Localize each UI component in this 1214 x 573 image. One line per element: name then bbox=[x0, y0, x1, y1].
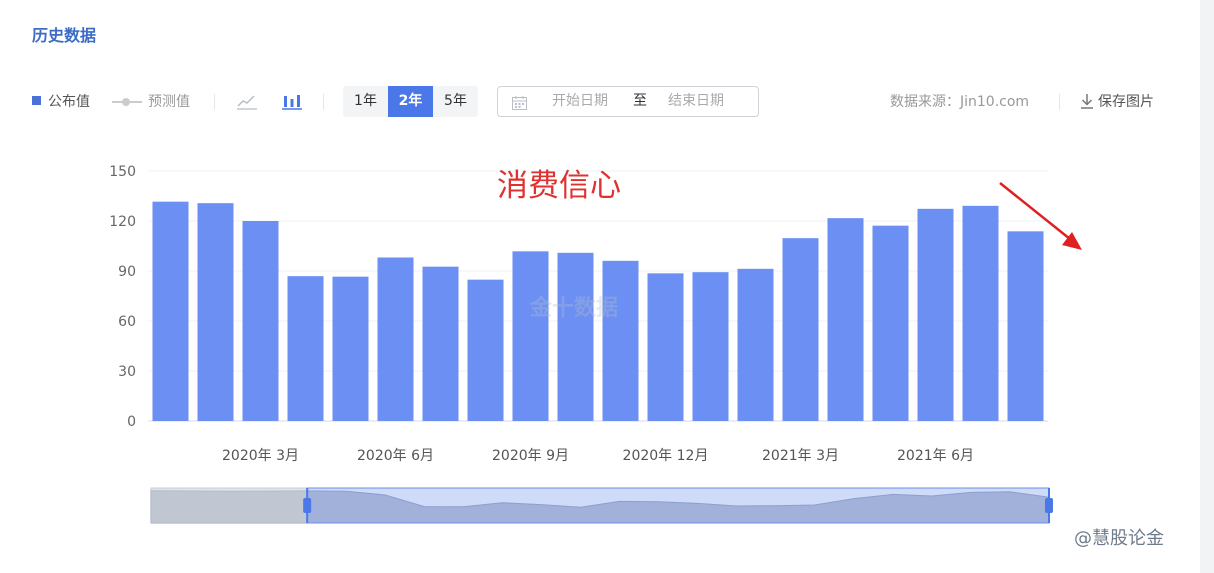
bar bbox=[512, 251, 549, 421]
range-selector: 1年 2年 5年 bbox=[343, 86, 478, 117]
red-arrow-icon bbox=[999, 182, 1082, 250]
x-tick-label: 2021年 3月 bbox=[762, 448, 839, 464]
bar bbox=[917, 208, 954, 421]
bar bbox=[737, 268, 774, 421]
legend-square-icon bbox=[32, 96, 41, 105]
range-2y-button[interactable]: 2年 bbox=[388, 86, 433, 117]
range-5y-button[interactable]: 5年 bbox=[433, 86, 478, 117]
toolbar-divider bbox=[1059, 94, 1060, 110]
x-tick-label: 2021年 6月 bbox=[897, 448, 974, 464]
bar bbox=[332, 276, 369, 421]
start-date-input[interactable]: 开始日期 bbox=[552, 87, 608, 116]
y-tick-label: 90 bbox=[118, 264, 136, 280]
bar bbox=[602, 260, 639, 421]
navigator-handle[interactable] bbox=[1045, 498, 1053, 513]
date-separator: 至 bbox=[633, 93, 647, 109]
watermark: 金十数据 bbox=[530, 296, 619, 321]
bar-chart-icon[interactable] bbox=[281, 90, 303, 112]
y-tick-label: 150 bbox=[109, 164, 136, 180]
download-icon bbox=[1081, 94, 1093, 109]
save-image-label: 保存图片 bbox=[1098, 94, 1154, 110]
bar bbox=[647, 273, 684, 421]
footer-watermark: @慧股论金 bbox=[1074, 528, 1164, 549]
end-date-input[interactable]: 结束日期 bbox=[668, 87, 724, 116]
toolbar-divider bbox=[323, 94, 324, 110]
bar bbox=[467, 279, 504, 421]
x-tick-label: 2020年 12月 bbox=[623, 448, 709, 464]
bar bbox=[827, 218, 864, 421]
bar bbox=[242, 221, 279, 421]
x-tick-label: 2020年 6月 bbox=[357, 448, 434, 464]
range-navigator[interactable] bbox=[0, 482, 1100, 532]
bar bbox=[197, 203, 234, 421]
bar bbox=[872, 225, 909, 421]
bar bbox=[557, 252, 594, 421]
chart-annotation: 消费信心 bbox=[497, 168, 621, 204]
legend-published[interactable]: 公布值 bbox=[32, 86, 90, 118]
navigator-unselected bbox=[151, 488, 308, 523]
x-tick-label: 2020年 3月 bbox=[222, 448, 299, 464]
legend-predicted-label: 预测值 bbox=[148, 94, 190, 110]
line-chart-icon[interactable] bbox=[236, 90, 258, 112]
x-tick-label: 2020年 9月 bbox=[492, 448, 569, 464]
legend-line-icon bbox=[112, 97, 142, 107]
bar bbox=[377, 257, 414, 421]
legend-predicted[interactable]: 预测值 bbox=[112, 86, 190, 118]
bar bbox=[422, 266, 459, 421]
bar bbox=[692, 272, 729, 421]
save-image-button[interactable]: 保存图片 bbox=[1080, 86, 1154, 118]
navigator-handle[interactable] bbox=[303, 498, 312, 513]
y-tick-label: 120 bbox=[109, 214, 136, 230]
bar bbox=[152, 201, 189, 421]
legend-published-label: 公布值 bbox=[48, 94, 90, 110]
bar bbox=[782, 238, 819, 421]
y-tick-label: 0 bbox=[127, 414, 136, 430]
bar bbox=[287, 276, 324, 421]
y-tick-label: 60 bbox=[118, 314, 136, 330]
navigator-selection[interactable] bbox=[306, 487, 1050, 524]
range-1y-button[interactable]: 1年 bbox=[343, 86, 388, 117]
section-title: 历史数据 bbox=[32, 26, 97, 45]
toolbar-divider bbox=[214, 94, 215, 110]
y-tick-label: 30 bbox=[118, 364, 136, 380]
calendar-icon bbox=[512, 95, 527, 114]
data-source: 数据来源：Jin10.com bbox=[890, 94, 1030, 110]
scrollbar-track[interactable] bbox=[1200, 0, 1214, 573]
date-range-picker[interactable]: 开始日期 至 结束日期 bbox=[497, 86, 759, 117]
